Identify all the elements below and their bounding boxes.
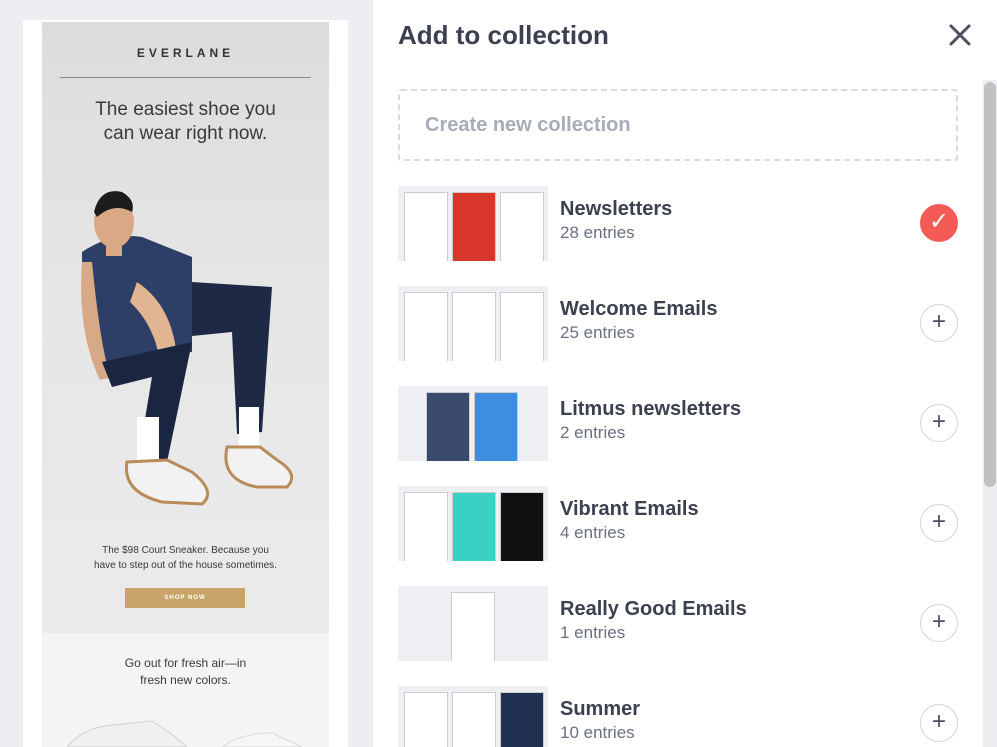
thumbnail-email — [404, 692, 448, 747]
model-image — [81, 191, 294, 506]
add-to-collection-button[interactable]: + — [920, 704, 958, 742]
add-to-collection-button[interactable]: + — [920, 504, 958, 542]
collection-thumbnail — [398, 186, 548, 261]
thumbnail-email — [451, 592, 495, 661]
caption-line: The $98 Court Sneaker. Because you — [102, 545, 269, 556]
collection-name: Litmus newsletters — [560, 398, 742, 420]
create-collection-button[interactable]: Create new collection — [398, 89, 958, 161]
collection-thumbnail — [398, 386, 548, 461]
thumbnail-email — [500, 492, 544, 561]
second-line: Go out for fresh air—in — [124, 656, 247, 670]
thumbnail-email — [452, 492, 496, 561]
plus-icon: + — [931, 608, 946, 635]
collection-count: 1 entries — [560, 623, 626, 642]
plus-icon: + — [931, 308, 946, 335]
shop-now-button: SHOP NOW — [125, 588, 245, 608]
collection-name: Vibrant Emails — [560, 498, 699, 520]
caption-line: have to step out of the house sometimes. — [94, 560, 277, 571]
second-section-text: Go out for fresh air—in fresh new colors… — [62, 655, 309, 689]
thumbnail-email — [452, 192, 496, 261]
add-to-collection-button[interactable]: + — [920, 404, 958, 442]
thumbnail-email — [404, 192, 448, 261]
collection-count: 10 entries — [560, 723, 635, 742]
thumbnail-email — [404, 492, 448, 561]
thumbnail-email — [500, 292, 544, 361]
email-preview: EVERLANE The easiest shoe you can wear r… — [23, 20, 348, 747]
panel-title: Add to collection — [398, 20, 609, 50]
second-line: fresh new colors. — [140, 673, 231, 687]
thumbnail-email — [404, 292, 448, 361]
headline-line: The easiest shoe you — [95, 99, 276, 120]
collection-count: 2 entries — [560, 423, 626, 442]
add-to-collection-panel: Add to collection Create new collection … — [373, 0, 997, 747]
plus-icon: + — [931, 508, 946, 535]
sneaker-image — [66, 720, 303, 747]
collection-row[interactable]: Welcome Emails 25 entries + — [398, 286, 958, 362]
collection-row[interactable]: Really Good Emails 1 entries + — [398, 586, 958, 662]
collection-name: Summer — [560, 698, 641, 720]
scrollbar-thumb[interactable] — [984, 82, 996, 487]
collection-row[interactable]: Vibrant Emails 4 entries + — [398, 486, 958, 562]
plus-icon: + — [931, 708, 946, 735]
plus-icon: + — [931, 408, 946, 435]
collection-name: Newsletters — [560, 198, 673, 220]
add-to-collection-button[interactable]: + — [920, 304, 958, 342]
collection-count: 4 entries — [560, 523, 626, 542]
brand-logo: EVERLANE — [136, 46, 235, 60]
collection-count: 28 entries — [560, 223, 635, 242]
collection-thumbnail — [398, 486, 548, 561]
headline-line: can wear right now. — [103, 123, 268, 144]
collection-name: Welcome Emails — [560, 298, 718, 320]
close-icon[interactable] — [947, 22, 973, 48]
email-second-section: Go out for fresh air—in fresh new colors… — [42, 633, 329, 747]
email-caption: The $98 Court Sneaker. Because you have … — [62, 543, 309, 573]
thumbnail-email — [452, 692, 496, 747]
collection-row[interactable]: Litmus newsletters 2 entries + — [398, 386, 958, 462]
collection-count: 25 entries — [560, 323, 635, 342]
collection-thumbnail — [398, 586, 548, 661]
selected-toggle-button[interactable]: ✓ — [920, 204, 958, 242]
thumbnail-email — [500, 192, 544, 261]
collection-row[interactable]: Newsletters 28 entries ✓ — [398, 186, 958, 262]
collection-row[interactable]: Summer 10 entries + — [398, 686, 958, 747]
email-hero: EVERLANE The easiest shoe you can wear r… — [42, 22, 329, 633]
thumbnail-email — [426, 392, 470, 461]
add-to-collection-button[interactable]: + — [920, 604, 958, 642]
collection-name: Really Good Emails — [560, 598, 747, 620]
email-content: EVERLANE The easiest shoe you can wear r… — [42, 22, 329, 747]
thumbnail-email — [500, 692, 544, 747]
email-headline: The easiest shoe you can wear right now. — [62, 98, 309, 146]
collection-thumbnail — [398, 686, 548, 747]
thumbnail-email — [474, 392, 518, 461]
check-icon: ✓ — [928, 208, 950, 235]
thumbnail-email — [452, 292, 496, 361]
collection-thumbnail — [398, 286, 548, 361]
brand-divider — [60, 77, 311, 78]
